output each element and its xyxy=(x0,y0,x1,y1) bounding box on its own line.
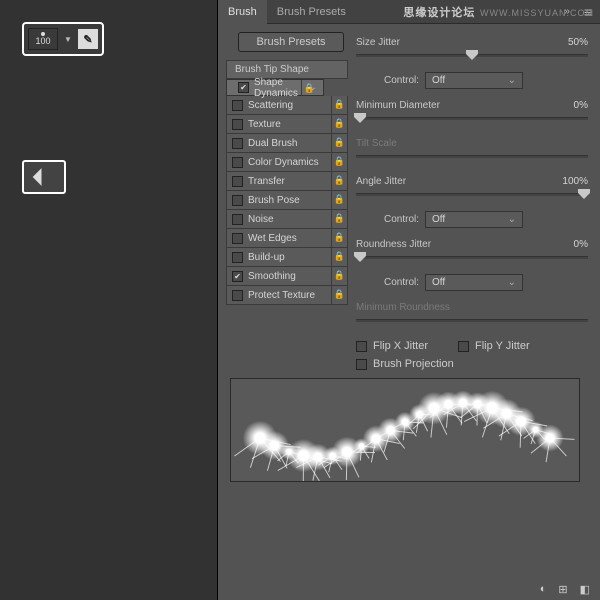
option-row[interactable]: Smoothing🔒 xyxy=(226,267,348,286)
option-row[interactable]: Brush Pose🔒 xyxy=(226,191,348,210)
size-jitter-slider[interactable] xyxy=(356,52,588,66)
flip-y-checkbox[interactable] xyxy=(458,341,469,352)
option-checkbox[interactable] xyxy=(232,176,243,187)
option-row[interactable]: Texture🔒 xyxy=(226,115,348,134)
brush-stroke-preview xyxy=(230,378,580,482)
brush-icon xyxy=(33,166,56,189)
brush-size-cluster[interactable]: 100 ▼ ✎ xyxy=(22,22,104,56)
snap-icon[interactable]: ◧ xyxy=(580,583,590,596)
option-label: Scattering xyxy=(248,100,331,111)
option-checkbox[interactable] xyxy=(232,157,243,168)
shape-dynamics-settings: Size Jitter50% Control: Off Minimum Diame… xyxy=(352,30,596,482)
control-label: Control: xyxy=(384,277,419,288)
option-label: Shape Dynamics xyxy=(254,77,301,99)
option-label: Wet Edges xyxy=(248,233,331,244)
roundness-jitter-value[interactable]: 0% xyxy=(548,239,588,250)
panel-footer: ◐ ⊞ ◧ xyxy=(540,583,590,596)
lock-icon[interactable]: 🔒 xyxy=(331,172,347,190)
brush-preview-chip[interactable]: 100 xyxy=(28,28,58,50)
brush-panel: Brush Brush Presets » ≡ Brush Presets Br… xyxy=(217,0,600,600)
watermark: 思缘设计论坛 WWW.MISSYUAN.COM xyxy=(403,4,594,20)
option-label: Noise xyxy=(248,214,331,225)
size-control-select[interactable]: Off xyxy=(425,72,523,89)
min-diameter-slider[interactable] xyxy=(356,115,588,129)
option-checkbox[interactable] xyxy=(232,214,243,225)
lock-icon[interactable]: 🔒 xyxy=(331,286,347,304)
lock-icon[interactable]: 🔒 xyxy=(301,80,317,95)
option-checkbox[interactable] xyxy=(232,233,243,244)
lock-icon[interactable]: 🔒 xyxy=(331,134,347,152)
option-row[interactable]: Build-up🔒 xyxy=(226,248,348,267)
option-row[interactable]: Protect Texture🔒 xyxy=(226,286,348,305)
option-checkbox[interactable] xyxy=(232,252,243,263)
tab-brush-presets[interactable]: Brush Presets xyxy=(267,0,356,24)
option-checkbox[interactable] xyxy=(232,119,243,130)
brush-projection-checkbox[interactable] xyxy=(356,359,367,370)
control-label: Control: xyxy=(384,75,419,86)
size-jitter-label: Size Jitter xyxy=(356,37,548,48)
min-roundness-slider xyxy=(356,317,588,331)
flip-x-checkbox[interactable] xyxy=(356,341,367,352)
angle-control-select[interactable]: Off xyxy=(425,211,523,228)
chevron-down-icon: ▼ xyxy=(64,35,72,44)
lock-icon[interactable]: 🔒 xyxy=(331,115,347,133)
flip-x-label: Flip X Jitter xyxy=(373,340,428,352)
angle-jitter-slider[interactable] xyxy=(356,191,588,205)
option-label: Build-up xyxy=(248,252,331,263)
tilt-scale-label: Tilt Scale xyxy=(356,138,588,149)
lock-icon[interactable]: 🔒 xyxy=(331,191,347,209)
option-row[interactable]: Scattering🔒 xyxy=(226,96,348,115)
option-checkbox[interactable] xyxy=(232,271,243,282)
option-label: Dual Brush xyxy=(248,138,331,149)
lock-icon[interactable]: 🔒 xyxy=(331,248,347,266)
roundness-control-select[interactable]: Off xyxy=(425,274,523,291)
option-checkbox[interactable] xyxy=(232,138,243,149)
brush-panel-toggle[interactable]: ✎ xyxy=(78,29,98,49)
lock-icon[interactable]: 🔒 xyxy=(331,229,347,247)
lock-icon[interactable]: 🔒 xyxy=(331,96,347,114)
min-roundness-label: Minimum Roundness xyxy=(356,302,588,313)
option-row[interactable]: Color Dynamics🔒 xyxy=(226,153,348,172)
option-label: Color Dynamics xyxy=(248,157,331,168)
toggle-preview-icon[interactable]: ◐ xyxy=(540,583,547,596)
option-label: Smoothing xyxy=(248,271,331,282)
lock-icon[interactable]: 🔒 xyxy=(331,153,347,171)
tab-brush[interactable]: Brush xyxy=(218,0,267,24)
option-checkbox[interactable] xyxy=(238,82,249,93)
angle-jitter-value[interactable]: 100% xyxy=(548,176,588,187)
option-label: Brush Pose xyxy=(248,195,331,206)
roundness-jitter-slider[interactable] xyxy=(356,254,588,268)
option-row[interactable]: Wet Edges🔒 xyxy=(226,229,348,248)
option-label: Transfer xyxy=(248,176,331,187)
option-row[interactable]: Shape Dynamics🔒 xyxy=(226,79,324,96)
brush-presets-button[interactable]: Brush Presets xyxy=(238,32,344,52)
option-checkbox[interactable] xyxy=(232,195,243,206)
option-row[interactable]: Noise🔒 xyxy=(226,210,348,229)
size-jitter-value[interactable]: 50% xyxy=(548,37,588,48)
option-row[interactable]: Transfer🔒 xyxy=(226,172,348,191)
flip-y-label: Flip Y Jitter xyxy=(475,340,530,352)
angle-jitter-label: Angle Jitter xyxy=(356,176,548,187)
option-label: Texture xyxy=(248,119,331,130)
option-label: Protect Texture xyxy=(248,290,331,301)
new-preset-icon[interactable]: ⊞ xyxy=(558,583,567,596)
min-diameter-label: Minimum Diameter xyxy=(356,100,548,111)
tilt-scale-slider xyxy=(356,153,588,167)
lock-icon[interactable]: 🔒 xyxy=(331,267,347,285)
option-checkbox[interactable] xyxy=(232,100,243,111)
min-diameter-value[interactable]: 0% xyxy=(548,100,588,111)
option-row[interactable]: Dual Brush🔒 xyxy=(226,134,348,153)
brush-projection-label: Brush Projection xyxy=(373,358,454,370)
roundness-jitter-label: Roundness Jitter xyxy=(356,239,548,250)
control-label: Control: xyxy=(384,214,419,225)
option-checkbox[interactable] xyxy=(232,290,243,301)
lock-icon[interactable]: 🔒 xyxy=(331,210,347,228)
brush-tool-tile[interactable] xyxy=(22,160,66,194)
